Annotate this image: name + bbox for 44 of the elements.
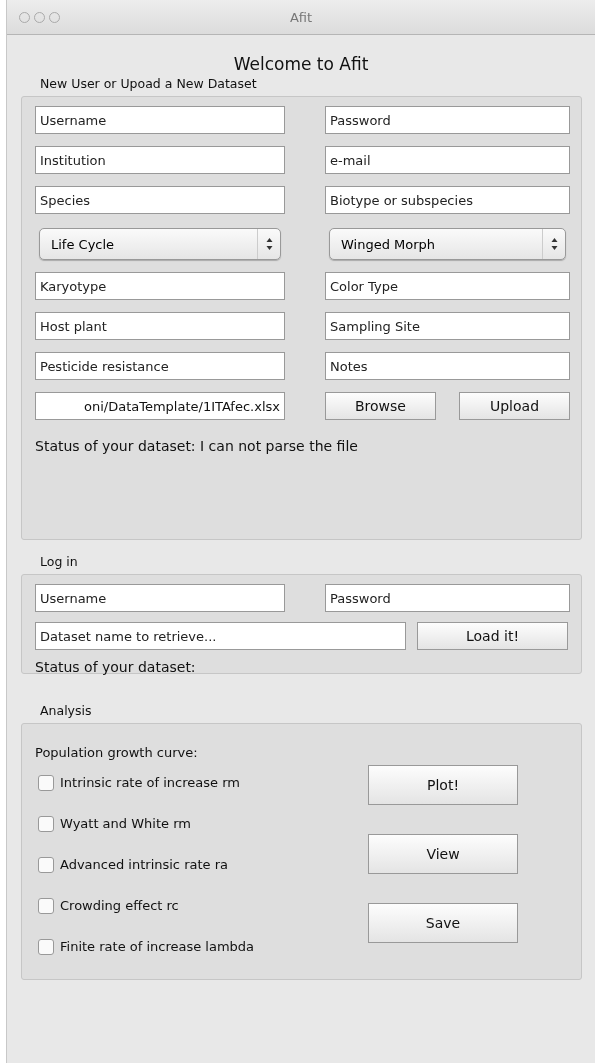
action-button[interactable]: Save — [368, 903, 518, 943]
browse-button[interactable]: Browse — [325, 392, 436, 420]
text-field[interactable]: Pesticide resistance — [35, 352, 285, 380]
text-field[interactable]: Host plant — [35, 312, 285, 340]
file-path-field[interactable]: oni/DataTemplate/1ITAfec.xlsx — [35, 392, 285, 420]
window-title: Afit — [289, 9, 313, 25]
text-field[interactable]: Username — [35, 584, 285, 612]
load-button[interactable]: Load it! — [417, 622, 568, 650]
checkbox[interactable] — [38, 856, 54, 873]
checkbox[interactable] — [38, 897, 54, 914]
section-label: Analysis — [40, 703, 93, 718]
action-button[interactable]: Plot! — [368, 765, 518, 805]
upload-button[interactable]: Upload — [459, 392, 570, 420]
dropdown[interactable]: Winged Morph — [329, 228, 566, 260]
option-label: Crowding effect rc — [60, 898, 179, 913]
option-label: Finite rate of increase lambda — [60, 939, 255, 954]
text-field[interactable]: Password — [325, 106, 570, 134]
text-field[interactable]: Password — [325, 584, 570, 612]
text-field[interactable]: Species — [35, 186, 285, 214]
option-label: Intrinsic rate of increase rm — [60, 775, 240, 790]
text-field[interactable]: e-mail — [325, 146, 570, 174]
text-field[interactable]: Biotype or subspecies — [325, 186, 570, 214]
text-field[interactable]: Username — [35, 106, 285, 134]
checkbox[interactable] — [38, 938, 54, 955]
checkbox[interactable] — [38, 774, 54, 791]
action-button[interactable]: View — [368, 834, 518, 874]
caption: Population growth curve: — [35, 745, 199, 760]
stepper-icon — [265, 237, 273, 251]
text-field[interactable]: Color Type — [325, 272, 570, 300]
section-label: New User or Upoad a New Dataset — [40, 76, 258, 91]
dropdown[interactable]: Life Cycle — [39, 228, 281, 260]
text-field[interactable]: Sampling Site — [325, 312, 570, 340]
status-text: Status of your dataset: — [35, 659, 197, 675]
dataset-field[interactable]: Dataset name to retrieve... — [35, 622, 406, 650]
text-field[interactable]: Notes — [325, 352, 570, 380]
text-field[interactable]: Institution — [35, 146, 285, 174]
checkbox[interactable] — [38, 815, 54, 832]
option-label: Advanced intrinsic rate ra — [60, 857, 228, 872]
status-text: Status of your dataset: I can not parse the file — [35, 438, 359, 454]
option-label: Wyatt and White rm — [60, 816, 191, 831]
text-field[interactable]: Karyotype — [35, 272, 285, 300]
heading: Welcome to Afit — [233, 54, 369, 74]
section-label: Log in — [40, 554, 79, 569]
stepper-icon — [550, 237, 558, 251]
